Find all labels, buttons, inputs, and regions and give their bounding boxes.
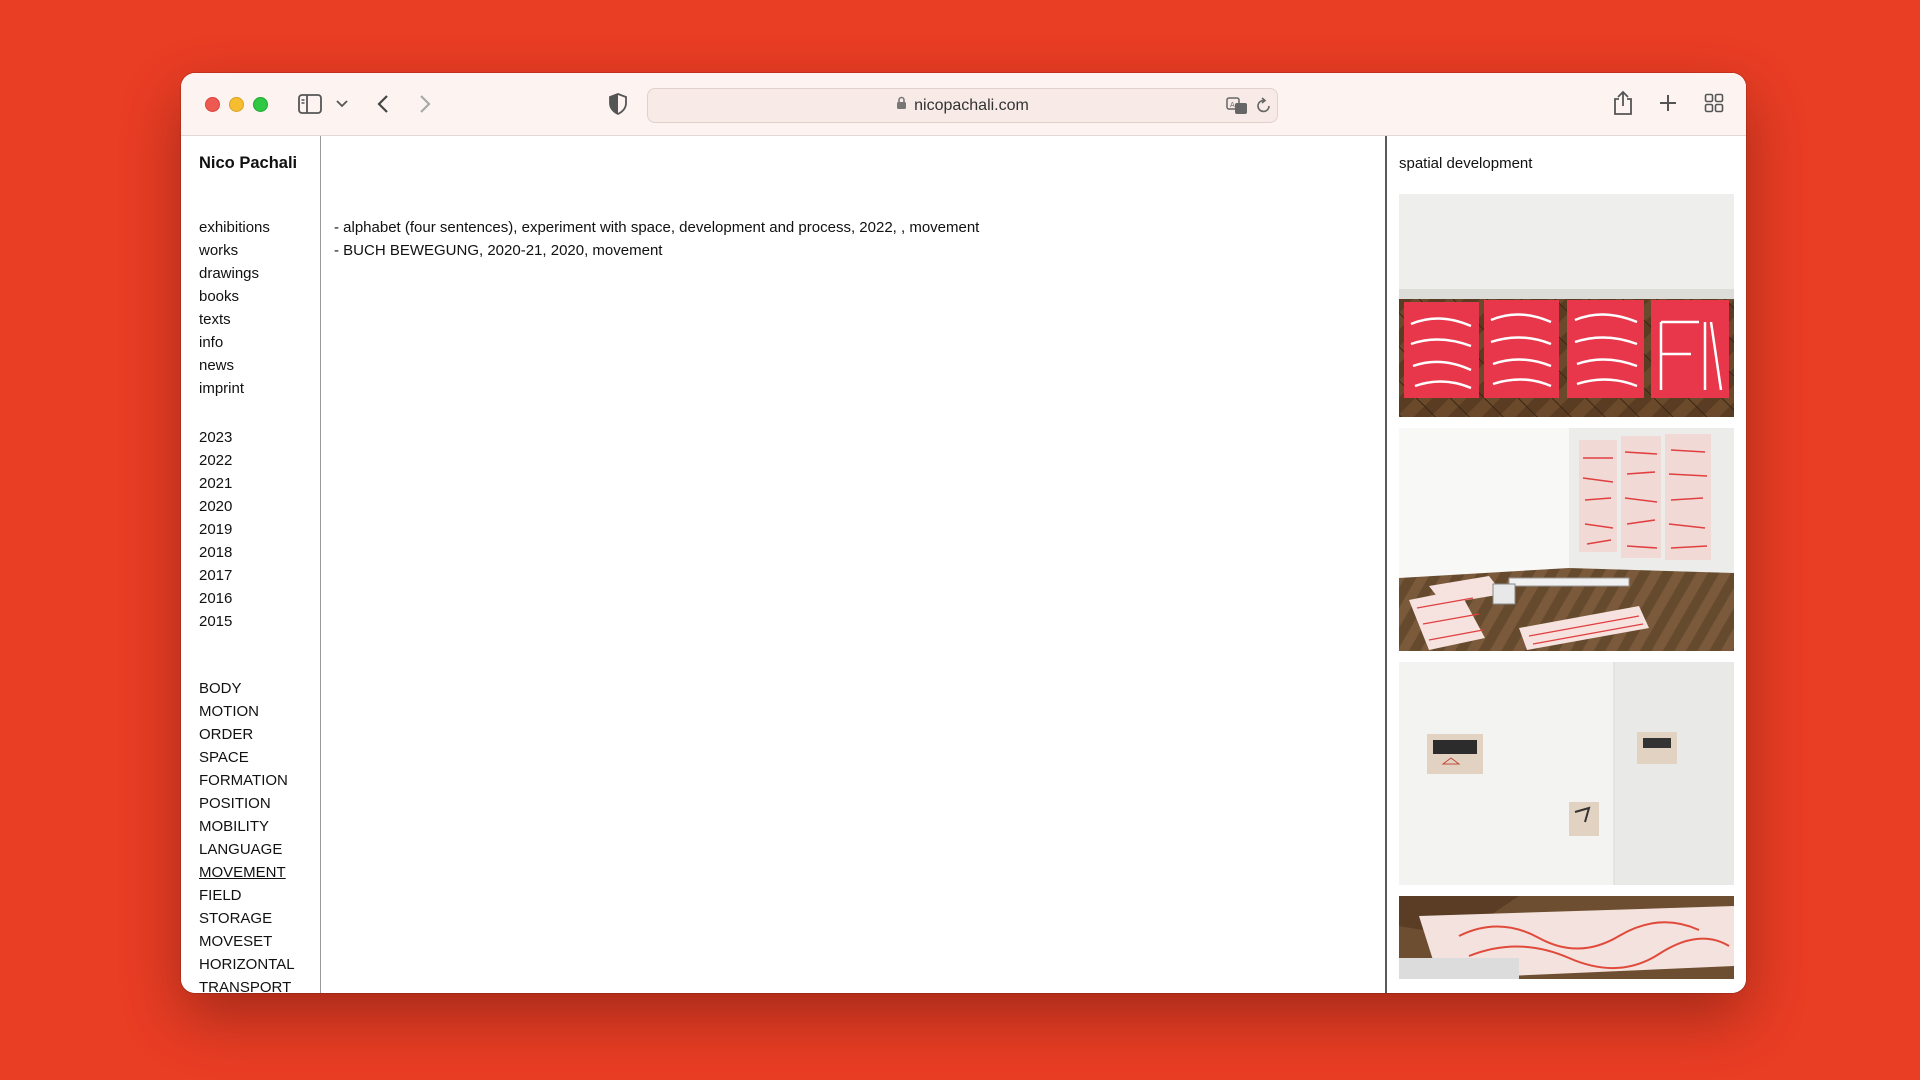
chevron-right-icon [420, 95, 431, 113]
topic-link-horizontal[interactable]: HORIZONTAL [199, 953, 295, 976]
topic-link-motion[interactable]: MOTION [199, 700, 295, 723]
topic-link-moveset[interactable]: MOVESET [199, 930, 295, 953]
main-content: - alphabet (four sentences), experiment … [322, 136, 1385, 993]
topic-link-formation[interactable]: FORMATION [199, 769, 295, 792]
nav-item-drawings[interactable]: drawings [199, 262, 270, 285]
entry-link[interactable]: - BUCH BEWEGUNG, 2020-21, 2020, movement [334, 239, 979, 262]
topic-link-storage[interactable]: STORAGE [199, 907, 295, 930]
topic-link-position[interactable]: POSITION [199, 792, 295, 815]
address-bar[interactable]: nicopachali.com A [647, 88, 1278, 123]
floor-paper-image[interactable] [1399, 896, 1734, 979]
forward-button[interactable] [415, 91, 435, 117]
wall-drawings-image[interactable] [1399, 662, 1734, 885]
lock-icon [896, 96, 907, 115]
year-link-2019[interactable]: 2019 [199, 518, 232, 541]
nav-item-info[interactable]: info [199, 331, 270, 354]
chevron-down-icon[interactable] [335, 95, 349, 113]
topic-link-body[interactable]: BODY [199, 677, 295, 700]
reload-icon[interactable] [1256, 96, 1274, 116]
room-installation-image[interactable] [1399, 428, 1734, 651]
topic-menu: BODY MOTION ORDER SPACE FORMATION POSITION MOB… [199, 677, 295, 993]
minimize-window-button[interactable] [229, 97, 244, 112]
year-link-2022[interactable]: 2022 [199, 449, 232, 472]
close-window-button[interactable] [205, 97, 220, 112]
url-text: nicopachali.com [914, 96, 1029, 114]
topic-link-mobility[interactable]: MOBILITY [199, 815, 295, 838]
tab-overview-icon[interactable] [1703, 92, 1725, 114]
topic-link-space[interactable]: SPACE [199, 746, 295, 769]
nav-item-works[interactable]: works [199, 239, 270, 262]
year-link-2020[interactable]: 2020 [199, 495, 232, 518]
browser-toolbar: nicopachali.com A [181, 73, 1746, 136]
right-preview-panel: spatial development [1385, 136, 1746, 993]
back-button[interactable] [373, 91, 393, 117]
nav-item-texts[interactable]: texts [199, 308, 270, 331]
topic-link-order[interactable]: ORDER [199, 723, 295, 746]
sidebar-toggle-icon[interactable] [297, 93, 323, 115]
nav-item-news[interactable]: news [199, 354, 270, 377]
nav-item-books[interactable]: books [199, 285, 270, 308]
year-link-2023[interactable]: 2023 [199, 426, 232, 449]
year-link-2015[interactable]: 2015 [199, 610, 232, 633]
topic-link-transport[interactable]: TRANSPORT [199, 976, 295, 993]
year-link-2021[interactable]: 2021 [199, 472, 232, 495]
maximize-window-button[interactable] [253, 97, 268, 112]
main-menu: exhibitions works drawings books texts info ne… [199, 216, 270, 400]
nav-item-imprint[interactable]: imprint [199, 377, 270, 400]
entry-link[interactable]: - alphabet (four sentences), experiment … [334, 216, 979, 239]
topic-link-field[interactable]: FIELD [199, 884, 295, 907]
chevron-left-icon [377, 95, 388, 113]
browser-window: nicopachali.com A Nico Pachali exhibitio… [181, 73, 1746, 993]
svg-text:A: A [1230, 101, 1235, 109]
year-menu: 2023 2022 2021 2020 2019 2018 2017 2016 2015 [199, 426, 232, 633]
preview-title: spatial development [1399, 155, 1533, 172]
share-icon[interactable] [1612, 89, 1634, 117]
privacy-shield-icon[interactable] [607, 91, 629, 117]
new-tab-icon[interactable] [1657, 91, 1679, 115]
year-link-2018[interactable]: 2018 [199, 541, 232, 564]
site-title[interactable]: Nico Pachali [199, 154, 297, 173]
year-link-2017[interactable]: 2017 [199, 564, 232, 587]
year-link-2016[interactable]: 2016 [199, 587, 232, 610]
translate-icon[interactable]: A [1226, 96, 1248, 116]
web-page: Nico Pachali exhibitions works drawings boo… [181, 136, 1746, 993]
left-navigation: Nico Pachali exhibitions works drawings boo… [181, 136, 321, 993]
topic-link-movement[interactable]: MOVEMENT [199, 861, 295, 884]
red-panels-floor-image[interactable] [1399, 194, 1734, 417]
topic-link-language[interactable]: LANGUAGE [199, 838, 295, 861]
nav-item-exhibitions[interactable]: exhibitions [199, 216, 270, 239]
entry-list: - alphabet (four sentences), experiment … [334, 216, 979, 262]
